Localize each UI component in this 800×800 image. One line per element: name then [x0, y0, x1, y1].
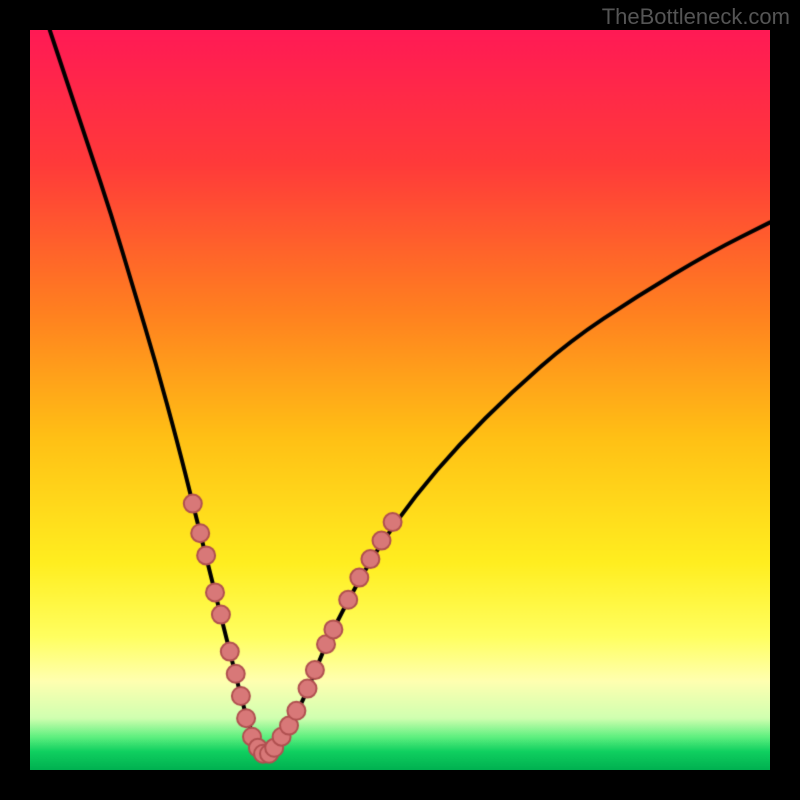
chart-frame	[30, 30, 770, 770]
bottleneck-curve	[30, 30, 770, 770]
watermark-text: TheBottleneck.com	[602, 4, 790, 30]
